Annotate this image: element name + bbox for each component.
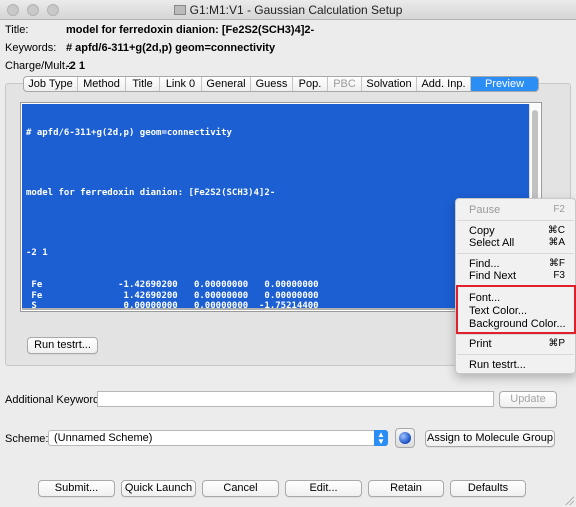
tab-pop[interactable]: Pop. bbox=[293, 77, 328, 91]
cancel-button[interactable]: Cancel bbox=[202, 480, 279, 497]
additional-keywords-label: Additional Keywords: bbox=[5, 394, 108, 406]
annotation-highlight-box bbox=[456, 285, 576, 334]
print-shortcut: ⌘P bbox=[548, 338, 565, 349]
edit-button[interactable]: Edit... bbox=[285, 480, 362, 497]
menu-separator bbox=[457, 334, 574, 335]
select-arrows-icon: ▲ ▼ bbox=[374, 430, 388, 446]
menu-item-find[interactable]: Find... bbox=[469, 258, 500, 270]
title-value: model for ferredoxin dianion: [Fe2S2(SCH… bbox=[66, 24, 315, 36]
tab-method[interactable]: Method bbox=[78, 77, 126, 91]
title-label: Title: bbox=[5, 24, 29, 36]
scheme-label: Scheme: bbox=[5, 433, 49, 445]
update-button[interactable]: Update bbox=[499, 391, 557, 408]
menu-item-copy[interactable]: Copy bbox=[469, 225, 495, 237]
find-next-shortcut: F3 bbox=[553, 270, 565, 281]
document-icon bbox=[173, 5, 186, 15]
menu-item-pause[interactable]: Pause bbox=[469, 204, 500, 216]
tab-link0[interactable]: Link 0 bbox=[160, 77, 202, 91]
menu-item-find-next[interactable]: Find Next bbox=[469, 270, 516, 282]
tab-guess[interactable]: Guess bbox=[251, 77, 293, 91]
copy-shortcut: ⌘C bbox=[547, 225, 565, 236]
menu-item-run-testrt[interactable]: Run testrt... bbox=[469, 359, 526, 371]
close-button[interactable] bbox=[7, 4, 19, 16]
tab-bar: Job Type Method Title Link 0 General Gue… bbox=[23, 76, 539, 92]
resize-grip[interactable] bbox=[564, 495, 574, 505]
zoom-button[interactable] bbox=[47, 4, 59, 16]
preview-content: # apfd/6-311+g(2d,p) geom=connectivity m… bbox=[26, 107, 319, 312]
tab-general[interactable]: General bbox=[202, 77, 251, 91]
select-all-shortcut: ⌘A bbox=[548, 237, 565, 248]
tab-preview[interactable]: Preview bbox=[471, 77, 538, 91]
find-shortcut: ⌘F bbox=[548, 258, 565, 269]
additional-keywords-input[interactable] bbox=[97, 391, 494, 407]
quick-launch-button[interactable]: Quick Launch bbox=[121, 480, 196, 497]
run-testrt-button[interactable]: Run testrt... bbox=[27, 337, 98, 354]
atom-line: Fe 1.42690200 0.00000000 0.00000000 bbox=[26, 290, 319, 301]
tab-pbc[interactable]: PBC bbox=[328, 77, 362, 91]
scheme-select[interactable]: (Unnamed Scheme) ▲ ▼ bbox=[48, 430, 388, 446]
preview-title: model for ferredoxin dianion: [Fe2S2(SCH… bbox=[26, 188, 276, 199]
window-titlebar: G1:M1:V1 - Gaussian Calculation Setup bbox=[0, 0, 576, 20]
keywords-label: Keywords: bbox=[5, 42, 57, 54]
charge-label: Charge/Mult.: bbox=[5, 60, 72, 72]
atom-line: Fe -1.42690200 0.00000000 0.00000000 bbox=[26, 279, 319, 290]
atom-line: S 0.00000000 0.00000000 -1.75214400 bbox=[26, 301, 319, 312]
menu-separator bbox=[457, 220, 574, 221]
preview-route: # apfd/6-311+g(2d,p) geom=connectivity bbox=[26, 128, 232, 139]
keywords-value: # apfd/6-311+g(2d,p) geom=connectivity bbox=[66, 42, 276, 54]
submit-button[interactable]: Submit... bbox=[38, 480, 115, 497]
assign-molecule-group-button[interactable]: Assign to Molecule Group bbox=[425, 430, 555, 447]
menu-separator bbox=[457, 253, 574, 254]
tab-job-type[interactable]: Job Type bbox=[24, 77, 78, 91]
retain-button[interactable]: Retain bbox=[368, 480, 444, 497]
menu-separator bbox=[457, 354, 574, 355]
horizontal-scrollbar[interactable] bbox=[22, 308, 530, 310]
preview-charge-mult: -2 1 bbox=[26, 248, 48, 259]
tab-add-inp[interactable]: Add. Inp. bbox=[417, 77, 471, 91]
window-title: G1:M1:V1 - Gaussian Calculation Setup bbox=[189, 3, 403, 17]
menu-item-select-all[interactable]: Select All bbox=[469, 237, 514, 249]
pause-shortcut: F2 bbox=[553, 204, 565, 215]
scheme-selected: (Unnamed Scheme) bbox=[54, 432, 153, 444]
defaults-button[interactable]: Defaults bbox=[450, 480, 526, 497]
molecule-group-icon[interactable] bbox=[395, 428, 415, 448]
tab-solvation[interactable]: Solvation bbox=[362, 77, 417, 91]
minimize-button[interactable] bbox=[27, 4, 39, 16]
tab-title[interactable]: Title bbox=[126, 77, 160, 91]
menu-item-print[interactable]: Print bbox=[469, 338, 492, 350]
charge-value: -2 1 bbox=[66, 60, 85, 72]
